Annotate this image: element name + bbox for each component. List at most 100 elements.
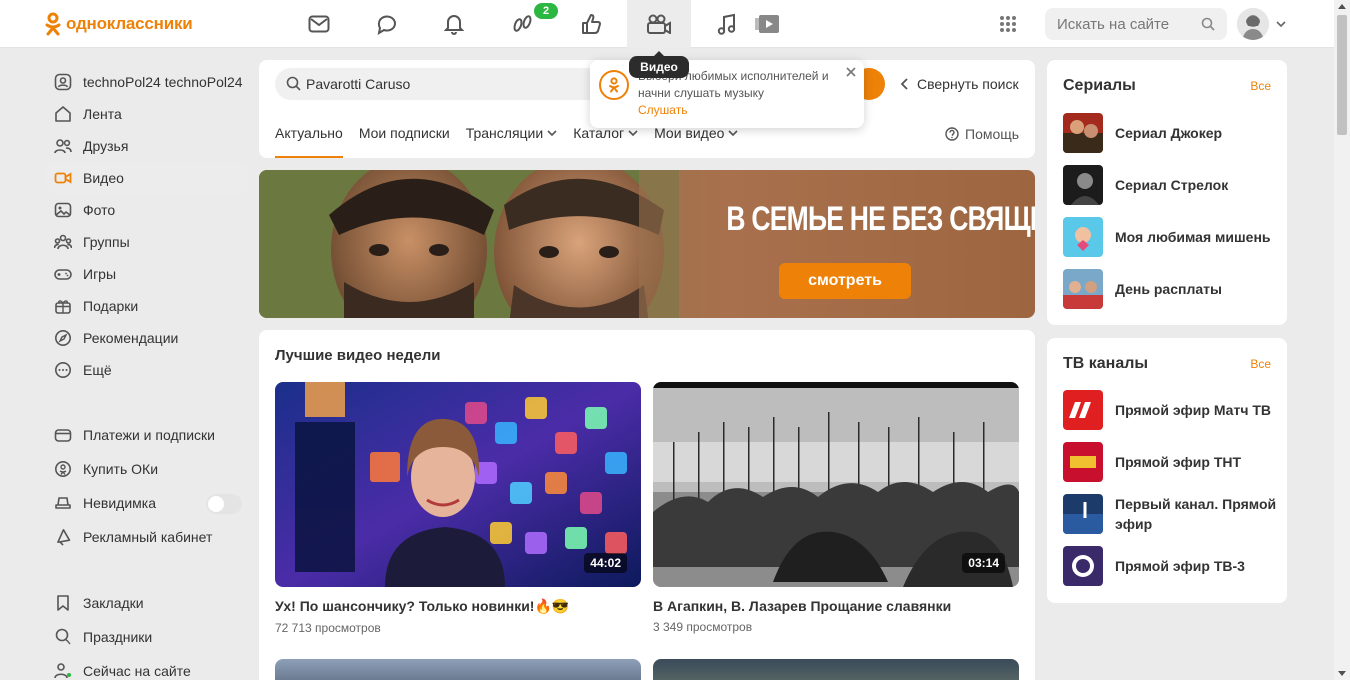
scroll-down-arrow[interactable] [1338,671,1346,676]
sidebar-item-video[interactable]: Видео [46,162,248,194]
video-title[interactable]: Ух! По шансончику? Только новинки!🔥😎 [275,598,641,615]
nav-video[interactable] [627,0,691,48]
video-title[interactable]: В Агапкин, В. Лазарев Прощание славянки [653,598,1019,614]
tv-channel-item[interactable]: Прямой эфир ТВ-3 [1063,546,1280,586]
grid-icon [1000,16,1016,32]
tab-actual[interactable]: Актуально [275,122,343,158]
chevron-down-icon[interactable] [1276,21,1286,28]
serial-item[interactable]: Моя любимая мишень [1063,217,1280,257]
footprints-icon [513,15,532,32]
video-search-input[interactable] [306,68,606,100]
page-scrollbar[interactable] [1334,0,1350,680]
sidebar-item-label: Игры [83,266,117,282]
tv-channel-label: Прямой эфир ТВ-3 [1115,558,1245,574]
video-thumbnail-partial[interactable] [653,659,1019,680]
guests-badge: 2 [534,3,558,19]
sidebar-item-more[interactable]: Ещё [46,354,248,386]
sidebar-item-online-now[interactable]: Сейчас на сайте [46,654,248,680]
sidebar-item-friends[interactable]: Друзья [46,130,248,162]
logo-text: одноклассники [66,14,193,33]
tab-label: Мои подписки [358,125,450,141]
wallet-icon [54,426,72,444]
serial-thumbnail [1063,217,1103,257]
sidebar-item-recommendations[interactable]: Рекомендации [46,322,248,354]
nav-messages[interactable] [287,0,351,48]
serials-all-link[interactable]: Все [1250,79,1271,93]
chevron-down-icon [628,130,638,136]
banner-watch-button[interactable]: смотреть [779,263,911,299]
video-duration: 03:14 [962,553,1005,573]
popup-listen-link[interactable]: Слушать [638,103,687,117]
sidebar-item-label: Группы [83,234,130,250]
serial-item[interactable]: Сериал Стрелок [1063,165,1280,205]
tv-channel-label: Первый канал. Прямой эфир [1115,496,1277,532]
tab-my-subscriptions[interactable]: Мои подписки [359,122,450,144]
video-views: 72 713 просмотров [275,621,381,635]
sidebar-item-bookmarks[interactable]: Закладки [46,586,248,620]
sidebar-item-invisible[interactable]: Невидимка [46,486,248,520]
sidebar-item-buy-oks[interactable]: Купить ОКи [46,452,248,486]
serial-item[interactable]: Сериал Джокер [1063,113,1280,153]
search-icon[interactable] [1201,17,1215,31]
collapse-search-label: Свернуть поиск [917,76,1019,92]
promo-banner[interactable]: В СЕМЬЕ НЕ БЕЗ СВЯЩЕННИКА смотреть [259,170,1035,318]
video-thumbnail-partial[interactable] [275,659,641,680]
serial-label: Моя любимая мишень [1115,229,1271,245]
sidebar-item-profile[interactable]: technoPol24 technoPol24 [46,66,248,98]
sidebar-item-feed[interactable]: Лента [46,98,248,130]
tab-broadcasts[interactable]: Трансляции [466,122,557,144]
logo[interactable]: одноклассники [45,12,193,36]
scrollbar-thumb[interactable] [1337,15,1347,135]
serial-thumbnail [1063,113,1103,153]
user-icon [54,73,72,91]
serial-item[interactable]: День расплаты [1063,269,1280,309]
help-link[interactable]: Помощь [945,126,1019,142]
music-note-icon [717,13,736,35]
site-search-input[interactable] [1045,8,1195,40]
sidebar-item-groups[interactable]: Группы [46,226,248,258]
friends-icon [54,137,72,155]
sidebar-item-gifts[interactable]: Подарки [46,290,248,322]
tv-channels-widget: ТВ каналы Все Прямой эфир Матч ТВ Прямой… [1047,338,1287,603]
apps-grid-button[interactable] [976,0,1040,48]
sidebar-item-ads-cabinet[interactable]: Рекламный кабинет [46,520,248,554]
video-thumbnail[interactable]: 03:14 [653,382,1019,587]
banner-image [259,170,679,318]
nav-marks[interactable] [559,0,623,48]
video-card[interactable]: 03:14 В Агапкин, В. Лазарев Прощание сла… [653,382,1019,634]
scroll-up-arrow[interactable] [1338,4,1346,9]
envelope-icon [308,15,330,33]
left-sidebar: technoPol24 technoPol24 Лента Друзья Вид… [46,66,248,680]
sidebar-item-games[interactable]: Игры [46,258,248,290]
sidebar-item-label: Закладки [83,595,144,611]
tv-channel-logo [1063,390,1103,430]
sidebar-item-label: Сейчас на сайте [83,663,191,679]
widget-title: ТВ каналы [1063,355,1149,372]
invisible-toggle[interactable] [206,494,242,514]
serials-widget: Сериалы Все Сериал Джокер Сериал Стрелок… [1047,60,1287,325]
close-icon[interactable] [844,65,858,79]
hat-icon [54,494,72,512]
nav-notifications[interactable] [422,0,486,48]
sidebar-item-photo[interactable]: Фото [46,194,248,226]
tv-channel-logo [1063,546,1103,586]
user-avatar[interactable] [1237,8,1269,40]
sidebar-item-payments[interactable]: Платежи и подписки [46,418,248,452]
home-icon [54,105,72,123]
tv-channel-item[interactable]: Прямой эфир ТНТ [1063,442,1280,482]
tv-channel-item[interactable]: Первый канал. Прямой эфир [1063,494,1280,534]
collapse-search-button[interactable]: Свернуть поиск [900,76,1019,92]
compass-icon [54,329,72,347]
tv-channel-item[interactable]: Прямой эфир Матч ТВ [1063,390,1280,430]
sidebar-item-holidays[interactable]: Праздники [46,620,248,654]
video-thumbnail[interactable]: 44:02 [275,382,641,587]
tv-channel-logo [1063,442,1103,482]
nav-video-player[interactable] [735,0,799,48]
video-card[interactable]: 44:02 Ух! По шансончику? Только новинки!… [275,382,641,635]
sidebar-item-label: Друзья [83,138,129,154]
sidebar-item-label: Лента [83,106,122,122]
nav-discussions[interactable] [355,0,419,48]
sidebar-item-label: Ещё [83,362,112,378]
sidebar-item-label: Платежи и подписки [83,427,215,443]
tv-all-link[interactable]: Все [1250,357,1271,371]
